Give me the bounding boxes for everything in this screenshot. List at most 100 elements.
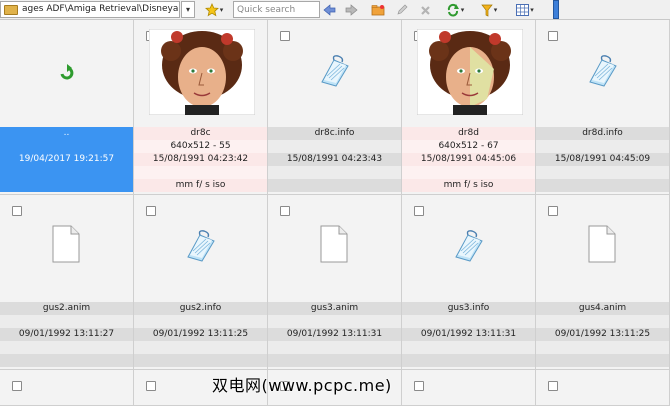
file-tile-row3-1[interactable] bbox=[0, 370, 134, 406]
file-date: 15/08/1991 04:45:06 bbox=[402, 153, 535, 166]
file-tile-gus3-info[interactable]: gus3.info 09/01/1992 13:11:31 bbox=[402, 195, 536, 370]
file-name: .. bbox=[0, 127, 133, 140]
file-date: 09/01/1992 13:11:31 bbox=[268, 328, 401, 341]
thumbnail bbox=[134, 20, 267, 126]
up-folder-icon bbox=[60, 64, 74, 80]
file-extra bbox=[402, 341, 535, 354]
file-tile-dr8d-info[interactable]: dr8d.info 15/08/1991 04:45:09 bbox=[536, 20, 670, 195]
select-checkbox[interactable] bbox=[146, 206, 156, 216]
file-extra bbox=[268, 341, 401, 354]
rename-button[interactable] bbox=[395, 2, 409, 18]
file-dims bbox=[0, 140, 133, 153]
select-checkbox[interactable] bbox=[280, 31, 290, 41]
star-icon bbox=[204, 3, 219, 17]
file-date: 15/08/1991 04:45:09 bbox=[536, 153, 669, 166]
path-field[interactable]: ages ADF\Amiga Retrieval\Disneyart\ bbox=[0, 1, 180, 18]
file-dims bbox=[268, 140, 401, 153]
info-file-icon bbox=[455, 230, 483, 262]
watermark-text: 双电网(www.pcpc.me) bbox=[212, 376, 392, 395]
file-dims bbox=[536, 315, 669, 328]
document-icon bbox=[588, 225, 616, 263]
arrow-right-icon bbox=[345, 4, 358, 16]
thumbnail bbox=[0, 195, 133, 301]
arrow-left-icon bbox=[322, 4, 335, 16]
new-folder-button[interactable] bbox=[371, 2, 385, 18]
portrait-image bbox=[149, 29, 255, 115]
file-blank bbox=[536, 354, 669, 367]
favorites-button[interactable]: ▾ bbox=[202, 2, 226, 18]
file-dims bbox=[0, 315, 133, 328]
file-name: dr8d.info bbox=[536, 127, 669, 140]
select-checkbox[interactable] bbox=[414, 381, 424, 391]
file-tile-dr8c[interactable]: dr8c 640x512 - 55 15/08/1991 04:23:42 mm… bbox=[134, 20, 268, 195]
delete-icon bbox=[420, 5, 430, 15]
thumbnail bbox=[134, 195, 267, 301]
file-tile-gus4-anim[interactable]: gus4.anim 09/01/1992 13:11:25 bbox=[536, 195, 670, 370]
info-file-icon bbox=[187, 230, 215, 262]
file-tile-gus2-info[interactable]: gus2.info 09/01/1992 13:11:25 bbox=[134, 195, 268, 370]
info-file-icon bbox=[321, 55, 349, 87]
file-dims: 640x512 - 67 bbox=[402, 140, 535, 153]
thumbnail bbox=[268, 195, 401, 301]
file-name: dr8c.info bbox=[268, 127, 401, 140]
refresh-button[interactable]: ▾ bbox=[444, 2, 466, 18]
file-date: 15/08/1991 04:23:43 bbox=[268, 153, 401, 166]
file-name: dr8c bbox=[134, 127, 267, 140]
file-dims: 640x512 - 55 bbox=[134, 140, 267, 153]
file-tile-gus2-anim[interactable]: gus2.anim 09/01/1992 13:11:27 bbox=[0, 195, 134, 370]
path-history-dropdown[interactable]: ▾ bbox=[181, 1, 195, 18]
file-blank bbox=[536, 179, 669, 192]
portrait-image bbox=[417, 29, 523, 115]
path-text: ages ADF\Amiga Retrieval\Disneyart\ bbox=[22, 4, 180, 14]
select-checkbox[interactable] bbox=[146, 381, 156, 391]
document-icon bbox=[320, 225, 348, 263]
file-extra bbox=[0, 166, 133, 179]
file-tile-row3-4[interactable] bbox=[402, 370, 536, 406]
pencil-icon bbox=[397, 4, 408, 15]
file-extra bbox=[134, 341, 267, 354]
file-tile-dr8c-info[interactable]: dr8c.info 15/08/1991 04:23:43 bbox=[268, 20, 402, 195]
file-extra: mm f/ s iso bbox=[134, 179, 267, 192]
file-date: 09/01/1992 13:11:25 bbox=[134, 328, 267, 341]
thumbnail-size-slider[interactable] bbox=[553, 0, 670, 20]
file-dims bbox=[268, 315, 401, 328]
select-checkbox[interactable] bbox=[280, 206, 290, 216]
view-mode-button[interactable]: ▾ bbox=[511, 2, 539, 18]
back-button[interactable] bbox=[322, 2, 336, 18]
delete-button[interactable] bbox=[418, 2, 432, 18]
file-name: gus2.anim bbox=[0, 302, 133, 315]
select-checkbox[interactable] bbox=[548, 381, 558, 391]
file-tile-dr8d[interactable]: dr8d 640x512 - 67 15/08/1991 04:45:06 mm… bbox=[402, 20, 536, 195]
file-tile-gus3-anim[interactable]: gus3.anim 09/01/1992 13:11:31 bbox=[268, 195, 402, 370]
file-grid: .. 19/04/2017 19:21:57 dr8c 640x512 - 55… bbox=[0, 20, 670, 406]
forward-button[interactable] bbox=[344, 2, 358, 18]
file-tile-parent[interactable]: .. 19/04/2017 19:21:57 bbox=[0, 20, 134, 195]
select-checkbox[interactable] bbox=[12, 381, 22, 391]
thumbnail bbox=[268, 20, 401, 126]
file-date: 15/08/1991 04:23:42 bbox=[134, 153, 267, 166]
file-dims bbox=[134, 315, 267, 328]
file-date: 09/01/1992 13:11:31 bbox=[402, 328, 535, 341]
file-blank bbox=[0, 354, 133, 367]
file-tile-row3-5[interactable] bbox=[536, 370, 670, 406]
search-input[interactable] bbox=[233, 1, 320, 18]
select-checkbox[interactable] bbox=[548, 31, 558, 41]
filter-button[interactable]: ▾ bbox=[478, 2, 500, 18]
select-checkbox[interactable] bbox=[548, 206, 558, 216]
select-checkbox[interactable] bbox=[12, 206, 22, 216]
file-extra: mm f/ s iso bbox=[402, 179, 535, 192]
file-dims bbox=[402, 315, 535, 328]
slider-handle[interactable] bbox=[553, 0, 559, 19]
file-dims bbox=[536, 140, 669, 153]
file-date: 19/04/2017 19:21:57 bbox=[0, 153, 133, 166]
file-name: gus3.anim bbox=[268, 302, 401, 315]
thumbnail bbox=[536, 195, 669, 301]
filter-icon bbox=[481, 4, 493, 17]
file-blank bbox=[402, 354, 535, 367]
toolbar: ages ADF\Amiga Retrieval\Disneyart\ ▾ ▾ … bbox=[0, 0, 670, 20]
file-extra bbox=[536, 341, 669, 354]
file-blank bbox=[268, 354, 401, 367]
info-file-icon bbox=[589, 55, 617, 87]
select-checkbox[interactable] bbox=[414, 206, 424, 216]
thumbnail bbox=[0, 20, 133, 126]
